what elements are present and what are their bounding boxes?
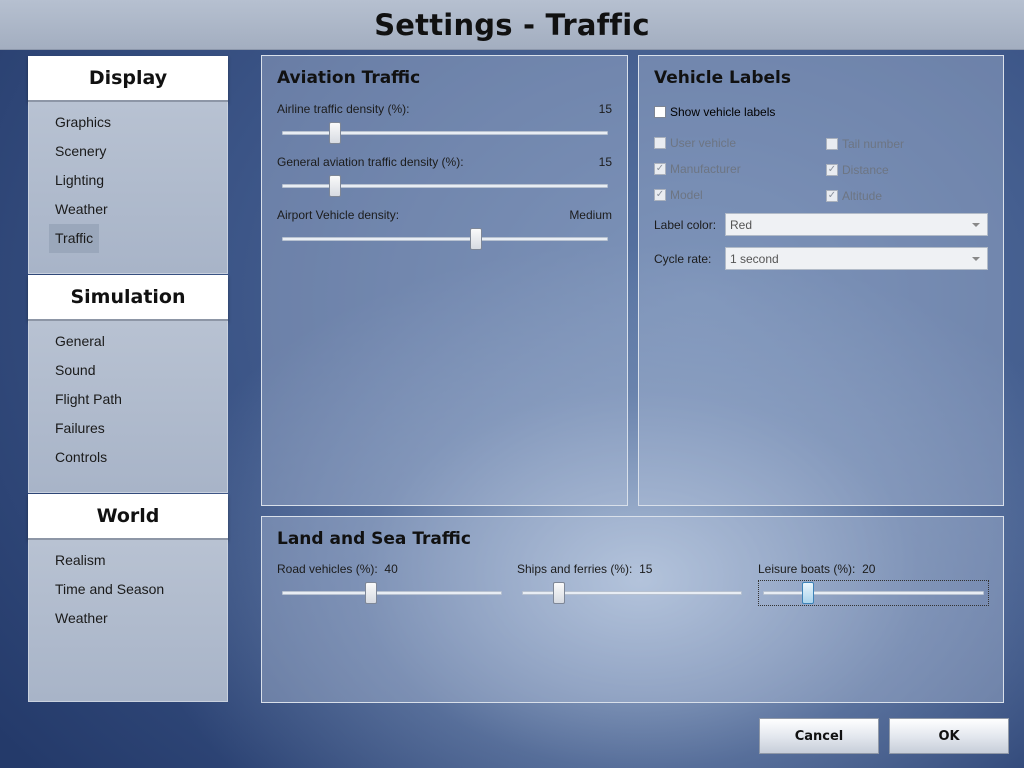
sidebar-list-display: Graphics Scenery Lighting Weather Traffi… [28,102,228,274]
model-checkbox[interactable]: ✓ Model [654,188,703,202]
cycle-rate-value: 1 second [730,251,779,266]
land-sea-traffic-panel: Land and Sea Traffic Road vehicles (%): … [261,516,1004,703]
sidebar-list-simulation: General Sound Flight Path Failures Contr… [28,321,228,493]
road-vehicles-value: 40 [384,562,398,576]
sidebar-item-traffic[interactable]: Traffic [49,224,100,253]
vehicle-labels-panel: Vehicle Labels Show vehicle labels User … [638,55,1004,506]
slider-thumb[interactable] [329,175,342,197]
model-label: Model [670,188,703,202]
sidebar-item-sound[interactable]: Sound [49,356,101,385]
show-vehicle-labels-checkbox[interactable]: Show vehicle labels [654,105,775,119]
altitude-label: Altitude [842,189,883,203]
ships-ferries-value: 15 [639,562,653,576]
ok-button[interactable]: OK [889,718,1009,754]
chevron-down-icon [972,257,980,261]
sidebar-item-scenery[interactable]: Scenery [49,137,112,166]
distance-label: Distance [842,163,889,177]
leisure-boats-slider[interactable] [758,580,989,606]
manufacturer-label: Manufacturer [670,162,741,176]
sidebar-item-world-weather[interactable]: Weather [49,604,114,633]
cycle-rate-dropdown[interactable]: 1 second [725,247,988,270]
checkbox-box[interactable] [826,138,838,150]
slider-thumb[interactable] [329,122,342,144]
user-vehicle-label: User vehicle [670,136,737,150]
ships-ferries-label-text: Ships and ferries (%): [517,562,633,576]
slider-thumb[interactable] [365,582,378,604]
sidebar-section-display: Display Graphics Scenery Lighting Weathe… [28,56,228,274]
leisure-boats-value: 20 [862,562,876,576]
sidebar-header-simulation: Simulation [28,275,228,321]
general-aviation-density-slider[interactable] [282,174,608,198]
label-color-dropdown[interactable]: Red [725,213,988,236]
road-vehicles-label: Road vehicles (%): 40 [277,562,398,576]
slider-thumb[interactable] [553,582,566,604]
label-color-label: Label color: [654,218,717,232]
manufacturer-checkbox[interactable]: ✓ Manufacturer [654,162,741,176]
leisure-boats-label: Leisure boats (%): 20 [758,562,875,576]
sidebar-item-lighting[interactable]: Lighting [49,166,110,195]
ships-ferries-label: Ships and ferries (%): 15 [517,562,652,576]
sidebar-item-realism[interactable]: Realism [49,546,112,575]
sidebar-header-display: Display [28,56,228,102]
sidebar-list-world: Realism Time and Season Weather [28,540,228,702]
aviation-traffic-title: Aviation Traffic [277,68,421,88]
check-icon[interactable]: ✓ [826,164,838,176]
airport-vehicle-density-slider[interactable] [282,227,608,251]
slider-thumb[interactable] [802,582,815,604]
cycle-rate-label: Cycle rate: [654,252,712,266]
show-vehicle-labels-label: Show vehicle labels [670,105,776,119]
cancel-button[interactable]: Cancel [759,718,879,754]
distance-checkbox[interactable]: ✓ Distance [826,163,889,177]
sidebar-item-flight-path[interactable]: Flight Path [49,385,128,414]
slider-thumb[interactable] [470,228,483,250]
checkbox-box[interactable] [654,106,666,118]
slider-track [282,591,502,595]
sidebar-header-world: World [28,494,228,540]
check-icon[interactable]: ✓ [654,189,666,201]
check-icon[interactable]: ✓ [654,163,666,175]
user-vehicle-checkbox[interactable]: User vehicle [654,136,736,150]
check-icon[interactable]: ✓ [826,190,838,202]
sidebar-section-world: World Realism Time and Season Weather [28,494,228,702]
land-sea-traffic-title: Land and Sea Traffic [277,529,471,549]
sidebar-item-weather[interactable]: Weather [49,195,114,224]
road-vehicles-slider[interactable] [282,581,502,605]
aviation-traffic-panel: Aviation Traffic Airline traffic density… [261,55,628,506]
sidebar-item-general[interactable]: General [49,327,111,356]
tail-number-label: Tail number [842,137,905,151]
slider-track [763,591,984,595]
airline-density-value: 15 [598,102,612,116]
chevron-down-icon [972,223,980,227]
sidebar-section-simulation: Simulation General Sound Flight Path Fai… [28,275,228,493]
vehicle-labels-title: Vehicle Labels [654,68,791,88]
label-color-value: Red [730,217,753,232]
sidebar-item-controls[interactable]: Controls [49,443,113,472]
sidebar-item-graphics[interactable]: Graphics [49,108,117,137]
sidebar-item-time-and-season[interactable]: Time and Season [49,575,170,604]
slider-track [282,237,608,241]
sidebar-item-failures[interactable]: Failures [49,414,111,443]
checkbox-box[interactable] [654,137,666,149]
page-title: Settings - Traffic [374,7,650,42]
general-aviation-density-label: General aviation traffic density (%): [277,155,464,169]
title-bar: Settings - Traffic [0,0,1024,50]
road-vehicles-label-text: Road vehicles (%): [277,562,378,576]
altitude-checkbox[interactable]: ✓ Altitude [826,189,882,203]
airline-density-slider[interactable] [282,121,608,145]
tail-number-checkbox[interactable]: Tail number [826,137,904,151]
airport-vehicle-density-label: Airport Vehicle density: [277,208,400,222]
leisure-boats-label-text: Leisure boats (%): [758,562,856,576]
general-aviation-density-value: 15 [598,155,612,169]
ships-ferries-slider[interactable] [522,581,742,605]
airport-vehicle-density-value: Medium [569,208,612,222]
airline-density-label: Airline traffic density (%): [277,102,410,116]
